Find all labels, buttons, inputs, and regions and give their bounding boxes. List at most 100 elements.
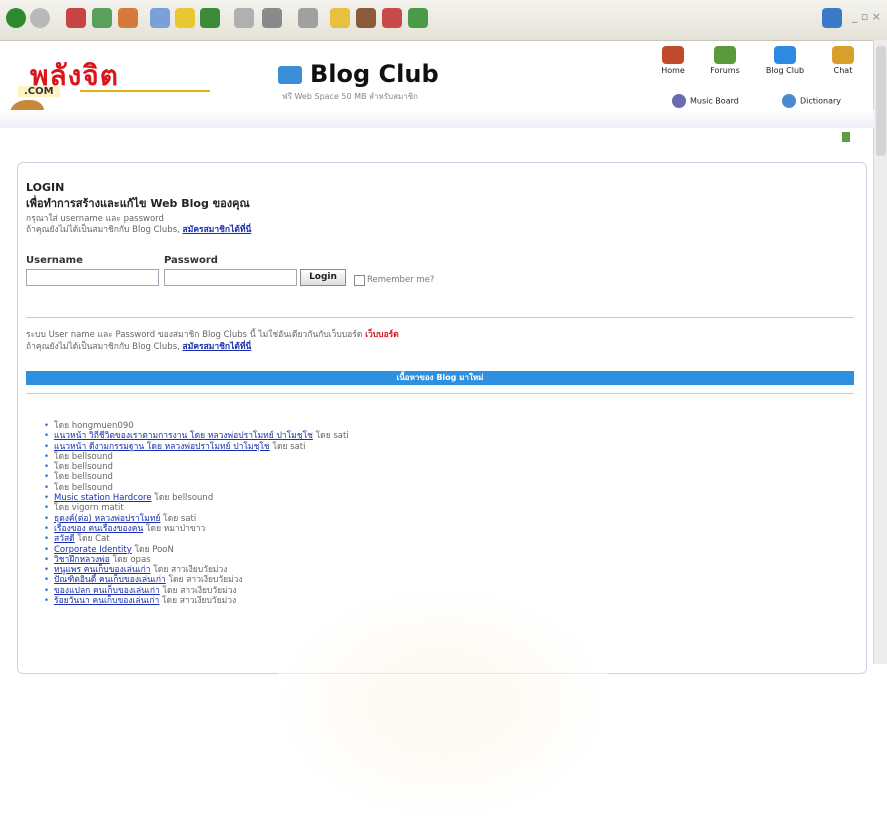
home-browser-icon[interactable]	[118, 8, 138, 28]
blog-entry-author: โดย bellsound	[54, 462, 113, 473]
nav-home[interactable]: Home	[650, 46, 696, 75]
messenger-icon[interactable]	[382, 8, 402, 28]
window-controls[interactable]: _ ▫ ×	[852, 10, 881, 23]
blog-entry: หนูแพร คนเก็บของเล่นเก่า โดย สาวเงียบวัย…	[44, 565, 349, 576]
blog-entry-author: โดย sati	[163, 513, 197, 524]
browser-toolbar: _ ▫ ×	[0, 0, 887, 41]
forums-icon	[714, 46, 736, 64]
blog-entry-author: โดย opas	[112, 554, 151, 565]
login-title: LOGIN	[26, 181, 65, 194]
login-button[interactable]: Login	[300, 269, 346, 286]
blog-entry-link[interactable]: เรื่องของ คนเรื่องของคน	[54, 524, 143, 534]
blog-entry-link[interactable]: ร้อยวันนา คนเก็บของเล่นเก่า	[54, 596, 159, 606]
blog-club-subtitle: ฟรี Web Space 50 MB สำหรับสมาชิก	[282, 92, 419, 101]
blog-entry-link[interactable]: แนวหน้า วิถีชีวิตของเราตามการงาน โดย หลว…	[54, 431, 313, 441]
blog-entry: โดย bellsound	[44, 462, 349, 473]
webboard-link[interactable]: เว็บบอร์ด	[365, 330, 399, 340]
register-link[interactable]: สมัครสมาชิกได้ที่นี่	[183, 225, 252, 235]
blog-entry: แนวหน้า ดีงามกรรมฐาน โดย หลวงพ่อปราโมทย์…	[44, 441, 349, 453]
back-icon[interactable]	[6, 8, 26, 28]
register-hint: ถ้าคุณยังไม่ได้เป็นสมาชิกกับ Blog Clubs,…	[26, 225, 252, 235]
windows-logo-icon	[822, 8, 842, 28]
blog-entry-author: โดย bellsound	[54, 482, 113, 493]
mail-icon[interactable]	[234, 8, 254, 28]
blog-entry-link[interactable]: Music station Hardcore	[54, 493, 152, 503]
blog-entry: Music station Hardcore โดย bellsound	[44, 493, 349, 504]
watermark-seal	[273, 583, 613, 823]
blog-entry: ร้อยวันนา คนเก็บของเล่นเก่า โดย สาวเงียบ…	[44, 596, 349, 607]
blog-entry-author: โดย sati	[315, 431, 349, 442]
music-icon	[672, 94, 686, 108]
blog-entry: โดย bellsound	[44, 472, 349, 483]
blog-entry-link[interactable]: ธุดงค์(ต่อ) หลวงพ่อปราโมทย์	[54, 514, 160, 524]
blog-entry-author: โดย vigorn matit	[54, 503, 124, 514]
blog-club-icon	[278, 66, 302, 84]
folder-icon[interactable]	[330, 8, 350, 28]
search-icon[interactable]	[150, 8, 170, 28]
nav-dictionary[interactable]: Dictionary	[782, 94, 841, 108]
blog-icon	[774, 46, 796, 64]
blog-entry-author: โดย สาวเงียบวัยม่วง	[168, 575, 243, 586]
site-logo-sub: .COM	[18, 86, 60, 97]
blog-entry-author: โดย sati	[272, 441, 306, 452]
blog-entry-author: โดย bellsound	[54, 472, 113, 483]
blog-entry-author: โดย สาวเงียบวัยม่วง	[153, 565, 228, 576]
favorites-icon[interactable]	[175, 8, 195, 28]
blog-entry-author: โดย hongmuen090	[54, 421, 134, 431]
blog-entry-link[interactable]: วิชาฝึกหลวงพ่อ	[54, 555, 110, 565]
blog-entry-link[interactable]: สวัสดี	[54, 534, 75, 544]
blog-entry: ปัณฑิตอินดี้ คนเก็บของเล่นเก่า โดย สาวเง…	[44, 575, 349, 586]
blog-entry: โดย bellsound	[44, 482, 349, 494]
divider	[26, 393, 854, 394]
nav-music-board[interactable]: Music Board	[672, 94, 739, 108]
blog-entry: สวัสดี โดย Cat	[44, 534, 349, 545]
nav-blog-club[interactable]: Blog Club	[762, 46, 808, 75]
blog-entry-link[interactable]: ของแปลก คนเก็บของเล่นเก่า	[54, 586, 160, 596]
stats-icon	[842, 132, 850, 142]
blog-entry-list: โดย hongmuen090แนวหน้า วิถีชีวิตของเราตา…	[44, 421, 349, 607]
nav-forums[interactable]: Forums	[702, 46, 748, 75]
forward-icon[interactable]	[30, 8, 50, 28]
history-icon[interactable]	[200, 8, 220, 28]
blog-entry-link[interactable]: Corporate Identity	[54, 545, 132, 555]
password-input[interactable]	[164, 269, 297, 286]
blog-entry: Corporate Identity โดย PooN	[44, 544, 349, 556]
nav-chat[interactable]: Chat	[820, 46, 866, 75]
blog-entry-author: โดย PooN	[134, 544, 174, 555]
stop-icon[interactable]	[66, 8, 86, 28]
username-label: Username	[26, 255, 83, 266]
login-description: เพื่อทำการสร้างและแก้ไข Web Blog ของคุณ	[26, 197, 250, 210]
chat-icon	[832, 46, 854, 64]
username-input[interactable]	[26, 269, 159, 286]
scrollbar-thumb[interactable]	[876, 46, 886, 156]
blog-club-title: Blog Club	[278, 60, 439, 88]
blog-entry-link[interactable]: ปัณฑิตอินดี้ คนเก็บของเล่นเก่า	[54, 575, 166, 585]
blog-entry: โดย bellsound	[44, 451, 349, 463]
home-icon	[662, 46, 684, 64]
password-label: Password	[164, 255, 218, 266]
blog-entry: ธุดงค์(ต่อ) หลวงพ่อปราโมทย์ โดย sati	[44, 513, 349, 525]
new-blogs-bar: เนื้อหาของ Blog มาใหม่	[26, 371, 854, 385]
edit-icon[interactable]	[298, 8, 318, 28]
blog-entry-author: โดย bellsound	[54, 451, 113, 462]
blog-entry-author: โดย Cat	[77, 534, 110, 545]
print-icon[interactable]	[262, 8, 282, 28]
blog-entry: แนวหน้า วิถีชีวิตของเราตามการงาน โดย หลว…	[44, 431, 349, 442]
remember-checkbox[interactable]	[354, 275, 365, 286]
blog-entry-author: โดย สาวเงียบวัยม่วง	[161, 596, 237, 607]
blog-entry: ของแปลก คนเก็บของเล่นเก่า โดย สาวเงียบวั…	[44, 585, 349, 597]
refresh-icon[interactable]	[92, 8, 112, 28]
blog-entry: วิชาฝึกหลวงพ่อ โดย opas	[44, 554, 349, 566]
blog-entry-link[interactable]: หนูแพร คนเก็บของเล่นเก่า	[54, 565, 151, 575]
blog-entry-link[interactable]: แนวหน้า ดีงามกรรมฐาน โดย หลวงพ่อปราโมทย์…	[54, 442, 270, 452]
dictionary-icon	[782, 94, 796, 108]
remember-label: Remember me?	[367, 275, 435, 285]
tools-icon[interactable]	[408, 8, 428, 28]
discuss-icon[interactable]	[356, 8, 376, 28]
register-link-2[interactable]: สมัครสมาชิกได้ที่นี่	[183, 342, 252, 352]
blog-entry: โดย hongmuen090	[44, 421, 349, 432]
blog-entry: เรื่องของ คนเรื่องของคน โดย หมาป่าขาว	[44, 523, 349, 535]
blog-entry-author: โดย สาวเงียบวัยม่วง	[162, 585, 237, 596]
blog-entry-author: โดย หมาป่าขาว	[145, 523, 206, 534]
site-header: พลังจิต .COM Blog Club ฟรี Web Space 50 …	[0, 40, 874, 160]
